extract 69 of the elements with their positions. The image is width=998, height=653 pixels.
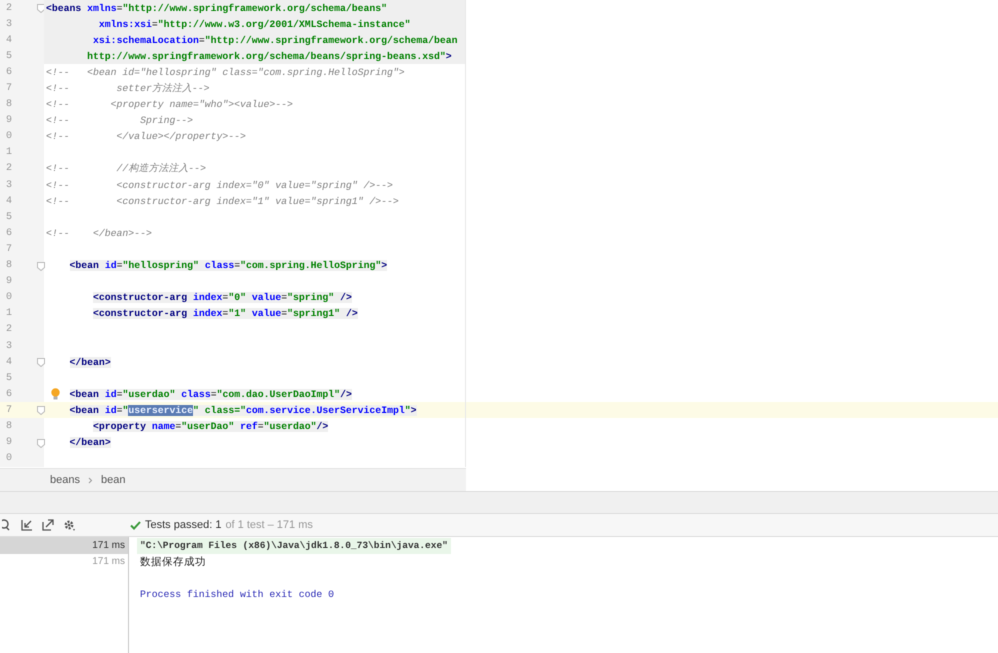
code-line: xsi:schemaLocation="http://www.springframework.org/schema/bean [92,34,458,48]
search-icon[interactable] [2,519,12,531]
line-number: 0 [5,130,12,144]
code-line: <bean id="userdao" class="com.dao.UserDaoImpl"/> [68,388,352,402]
line-number: 3 [5,18,12,32]
code-line: <beans xmlns="http://www.springframework.org/schema/beans" [46,2,388,16]
export-icon[interactable] [42,519,54,531]
code-comment: <!-- <property name="who"><value>--> [46,98,293,112]
code-comment: <!-- <constructor-arg index="1" value="spring1" />--> [46,194,399,209]
line-number: 7 [5,242,12,257]
fold-icon[interactable] [37,358,45,368]
code-comment: <!-- </bean>--> [46,226,152,241]
output-line: 数据保存成功 [139,554,207,570]
line-number: 3 [5,340,12,354]
line-number: 8 [5,259,12,274]
test-status: Tests passed: 1 [145,518,222,533]
code-line: <constructor-arg index="1" value="spring1" /> [92,307,358,322]
line-number: 1 [5,307,12,322]
line-number: 6 [5,388,12,402]
code-comment: <!-- <bean id="hellospring" class="com.spring.HelloSpring"> [46,66,405,80]
line-number: 5 [5,372,12,386]
line-number: 9 [5,275,12,290]
line-number: 4 [5,34,12,48]
code-comment: <!-- <constructor-arg index="0" value="spring" />--> [46,178,393,193]
fold-icon[interactable] [37,406,45,416]
line-number: 2 [5,2,12,16]
line-number: 5 [5,50,12,64]
line-number: 4 [5,194,12,209]
code-comment: <!-- </value></property>--> [46,130,246,144]
line-number: 8 [5,420,12,434]
fold-icon[interactable] [37,438,45,448]
code-line: <bean id="userservice" class="com.service.UserServiceImpl"> [68,404,416,418]
line-number: 6 [5,226,12,241]
line-number: 4 [5,356,12,370]
line-number: 7 [5,404,12,418]
line-number: 9 [5,114,12,128]
code-line: </bean> [68,356,111,370]
test-detail: of 1 test – 171 ms [225,518,313,533]
line-number: 6 [5,66,12,80]
settings-icon[interactable] [63,518,76,532]
chevron-icon [88,476,93,484]
line-number: 2 [5,323,12,338]
line-number: 2 [5,162,12,176]
code-line: </bean> [68,436,111,450]
line-number: 0 [5,291,12,306]
breadcrumb[interactable]: bean [100,472,126,488]
code-line: <property name="userDao" ref="userdao"/> [92,420,328,434]
code-comment: <!-- setter方法注入--> [46,82,210,96]
code-line: <bean id="hellospring" class="com.spring.HelloSpring"> [68,259,388,274]
line-number: 1 [5,146,12,160]
line-number: 7 [5,82,12,96]
fold-icon[interactable] [37,262,45,270]
lightbulb-icon[interactable] [51,388,60,400]
breadcrumb[interactable]: beans [50,472,80,488]
fold-icon[interactable] [37,4,45,13]
exit-message: Process finished with exit code 0 [139,588,336,602]
code-comment: <!-- //构造方法注入--> [46,162,206,176]
line-number: 9 [5,436,12,450]
line-number: 3 [5,178,12,193]
test-row[interactable]: 171 ms [0,537,128,554]
line-number: 5 [5,210,12,225]
line-number: 0 [5,452,12,466]
code-line: <constructor-arg index="0" value="spring" /> [92,291,352,306]
check-icon [130,520,141,530]
line-number: 8 [5,98,12,112]
code-line: xmlns:xsi="http://www.w3.org/2001/XMLSchema-instance" [98,18,411,32]
import-icon[interactable] [21,519,33,531]
code-comment: <!-- Spring--> [46,114,193,128]
code-line: http://www.springframework.org/schema/beans/spring-beans.xsd"> [86,50,452,64]
